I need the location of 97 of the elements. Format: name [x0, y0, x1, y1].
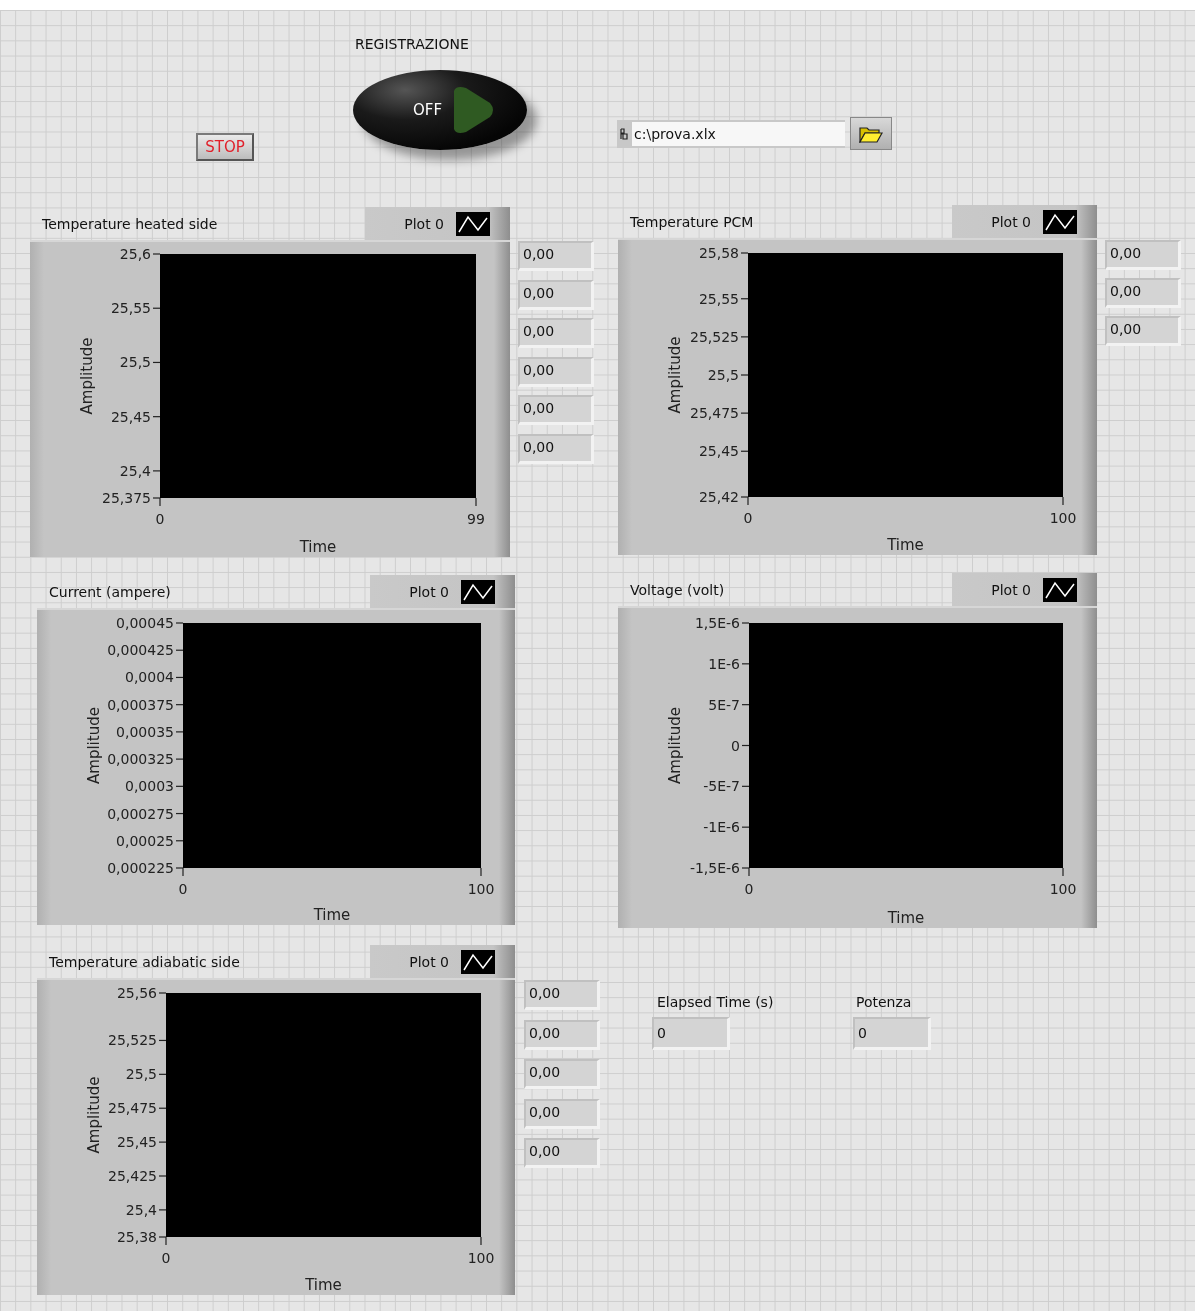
tick-label: 0	[178, 881, 188, 897]
numeric-indicator: 0,00	[524, 1019, 600, 1050]
path-icon	[620, 128, 628, 140]
plot-legend[interactable]: Plot 0	[370, 575, 515, 608]
plot-legend[interactable]: Plot 0	[952, 573, 1097, 606]
tick-label: 0,00025	[116, 832, 174, 849]
numeric-indicator: 0	[853, 1017, 931, 1050]
tick-label: 25,38	[116, 1229, 157, 1245]
folder-icon	[859, 124, 883, 143]
tick-label: 25,475	[690, 405, 739, 422]
axis-title: Time	[887, 909, 925, 927]
legend-label: Plot 0	[991, 581, 1031, 598]
tick-label: 1E-6	[708, 655, 740, 672]
tick-label: 0,000375	[107, 696, 174, 713]
numeric-indicator: 0,00	[518, 318, 594, 348]
tick-label: 0,000325	[107, 751, 174, 768]
tick-label: 25,5	[125, 1066, 157, 1083]
numeric-indicator: 0	[652, 1017, 730, 1050]
graph-title: Voltage (volt)	[630, 582, 725, 598]
tick-label: 25,58	[698, 245, 739, 261]
switch-label: REGISTRAZIONE	[355, 36, 469, 52]
axis-title: Amplitude	[78, 337, 96, 415]
legend-label: Plot 0	[404, 215, 444, 232]
legend-label: Plot 0	[409, 953, 449, 970]
tick-label: 1,5E-6	[694, 615, 740, 631]
legend-label: Plot 0	[409, 583, 449, 600]
numeric-indicator: 0,00	[1105, 316, 1181, 346]
tick-label: 25,45	[110, 408, 151, 425]
numeric-indicator: 0,00	[524, 1098, 600, 1129]
graph-title: Current (ampere)	[49, 584, 171, 600]
tick-label: 99	[467, 511, 485, 527]
tick-label: 0	[161, 1250, 171, 1266]
tick-label: 100	[467, 881, 495, 897]
axis-title: Amplitude	[85, 1076, 103, 1154]
tick-label: 5E-7	[708, 696, 740, 713]
tick-label: 0	[155, 511, 165, 527]
graph-title: Temperature heated side	[42, 216, 218, 232]
tick-label: 25,55	[110, 300, 151, 317]
numeric-indicator: 0,00	[524, 1138, 600, 1168]
tick-label: 100	[467, 1250, 495, 1266]
plot-legend[interactable]: Plot 0	[365, 207, 510, 240]
tick-label: 25,375	[102, 490, 151, 506]
axis-title: Time	[313, 906, 351, 924]
tick-label: 25,55	[698, 290, 739, 307]
numeric-indicator: 0,00	[518, 279, 594, 310]
tick-label: 100	[1049, 510, 1077, 526]
path-field[interactable]: c:\prova.xlx	[617, 120, 845, 148]
field-label: Elapsed Time (s)	[657, 994, 774, 1010]
numeric-indicator: 0,00	[518, 395, 594, 425]
field-label: Potenza	[856, 994, 912, 1010]
numeric-indicator: 0,00	[518, 356, 594, 387]
tick-label: 25,525	[108, 1032, 157, 1049]
tick-label: 25,425	[108, 1168, 157, 1184]
tick-label: 25,5	[119, 354, 151, 371]
browse-button[interactable]	[850, 117, 892, 150]
tick-label: -5E-7	[703, 778, 740, 795]
axis-title: Time	[887, 536, 924, 554]
tick-label: 25,4	[125, 1201, 157, 1218]
tick-label: 0	[731, 737, 740, 754]
tick-label: 0,000275	[107, 805, 174, 822]
numeric-indicator: 0,00	[518, 433, 594, 464]
axis-title: Amplitude	[666, 336, 684, 414]
numeric-indicator: 0,00	[1105, 278, 1181, 308]
axis-title: Time	[299, 538, 337, 556]
tick-label: 25,4	[119, 462, 151, 479]
tick-label: 100	[1049, 881, 1077, 897]
toggle-switch[interactable]: OFF	[353, 70, 527, 150]
tick-label: 0	[744, 881, 754, 897]
axis-title: Amplitude	[85, 707, 103, 784]
tick-label: 25,475	[108, 1100, 157, 1117]
numeric-indicator: 0,00	[518, 241, 594, 271]
tick-label: 25,6	[119, 246, 151, 262]
tick-label: 25,5	[707, 367, 739, 383]
tick-label: 25,45	[698, 443, 739, 460]
plot-legend[interactable]: Plot 0	[370, 945, 515, 978]
plot-legend[interactable]: Plot 0	[952, 205, 1097, 238]
tick-label: 0,0003	[125, 778, 174, 795]
numeric-indicator: 0,00	[1105, 240, 1181, 270]
tick-label: -1,5E-6	[689, 860, 740, 876]
tick-label: 25,56	[116, 985, 157, 1001]
tick-label: 0,000425	[107, 642, 174, 659]
legend-label: Plot 0	[991, 213, 1031, 230]
tick-label: -1E-6	[703, 819, 740, 836]
tick-label: 0	[743, 510, 753, 526]
numeric-indicator: 0,00	[524, 1059, 600, 1089]
tick-label: 25,45	[116, 1134, 157, 1151]
axis-title: Time	[305, 1276, 342, 1294]
tick-label: 0,00035	[116, 723, 174, 740]
tick-label: 0,0004	[125, 669, 174, 686]
axis-title: Amplitude	[666, 707, 684, 784]
graph-title: Temperature adiabatic side	[49, 954, 240, 970]
tick-label: 25,525	[690, 328, 739, 345]
tick-label: 0,000225	[107, 860, 174, 876]
graph-title: Temperature PCM	[630, 214, 754, 230]
numeric-indicator: 0,00	[524, 980, 600, 1010]
tick-label: 0,00045	[116, 615, 174, 631]
tick-label: 25,42	[698, 489, 739, 505]
